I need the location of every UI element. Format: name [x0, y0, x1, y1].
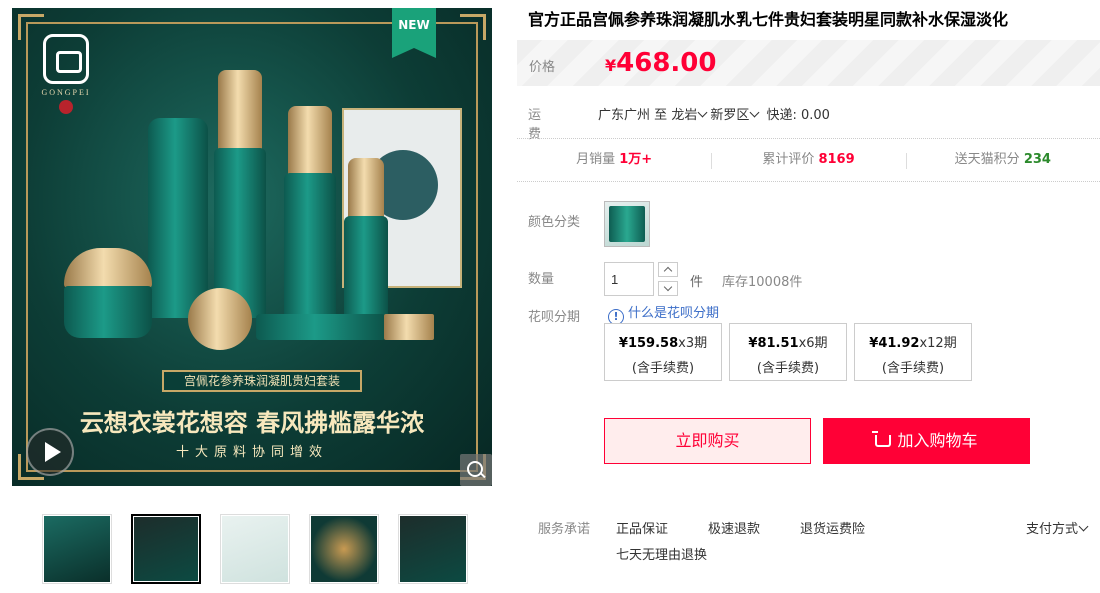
- thumbnail-3[interactable]: [220, 514, 290, 584]
- chevron-up-icon: [663, 266, 673, 276]
- review-count-value: 8169: [818, 152, 855, 167]
- thumbnail-list: [42, 514, 468, 584]
- chevron-down-icon: [663, 282, 673, 292]
- tmall-points: 送天猫积分 234: [905, 139, 1100, 181]
- lotion-bottle: [284, 173, 336, 323]
- price-value: ¥468.00: [605, 48, 716, 78]
- add-to-cart-button[interactable]: 加入购物车: [823, 418, 1030, 464]
- main-product-image[interactable]: GONGPEI NEW 宫佩花参养珠润凝肌贵妇套装 云想衣裳花想容 春风拂槛露华…: [12, 8, 492, 486]
- bottle-cap: [384, 314, 434, 340]
- thumbnail-4[interactable]: [309, 514, 379, 584]
- installment-options: ¥159.58x3期 (含手续费) ¥81.51x6期 (含手续费) ¥41.9…: [604, 323, 972, 381]
- installment-option-6[interactable]: ¥81.51x6期 (含手续费): [729, 323, 847, 381]
- ship-to-word: 至: [654, 108, 668, 123]
- thumbnail-2[interactable]: [131, 514, 201, 584]
- service-item-7day-return[interactable]: 七天无理由退换: [616, 544, 707, 563]
- review-count[interactable]: 累计评价 8169: [711, 139, 905, 181]
- ornament-corner: [460, 14, 486, 40]
- brand-glyph-icon: [43, 34, 89, 84]
- currency-symbol: ¥: [605, 56, 617, 75]
- product-banner: 宫佩花参养珠润凝肌贵妇套装: [162, 370, 362, 392]
- seal-icon: [59, 100, 73, 114]
- chevron-down-icon: [697, 107, 708, 118]
- bottle-cap: [348, 158, 384, 218]
- color-label: 颜色分类: [528, 215, 581, 230]
- buy-now-button[interactable]: 立即购买: [604, 418, 811, 464]
- brand-logo: GONGPEI: [38, 34, 94, 124]
- service-label: 服务承诺: [538, 522, 591, 537]
- service-item-genuine[interactable]: 正品保证: [616, 518, 668, 537]
- quantity-unit: 件: [690, 275, 704, 290]
- huabei-help-link[interactable]: ! 什么是花呗分期: [608, 302, 719, 325]
- zoom-icon[interactable]: [460, 454, 492, 486]
- slogan-text: 云想衣裳花想容 春风拂槛露华浓: [79, 408, 425, 437]
- ship-from: 广东广州: [598, 108, 651, 123]
- product-page: GONGPEI NEW 宫佩花参养珠润凝肌贵妇套装 云想衣裳花想容 春风拂槛露华…: [0, 0, 1100, 593]
- price-label: 价格: [529, 60, 556, 75]
- quantity-decrease-button[interactable]: [658, 281, 678, 296]
- monthly-sales: 月销量 1万+: [576, 152, 653, 167]
- thumbnail-5[interactable]: [398, 514, 468, 584]
- brand-word: GONGPEI: [41, 88, 91, 97]
- shipping-info: 广东广州 至 龙岩 新罗区 快递: 0.00: [598, 104, 830, 123]
- chevron-down-icon: [1078, 521, 1089, 532]
- pearl-bottle: [188, 288, 252, 350]
- service-item-return-insurance[interactable]: 退货运费险: [800, 518, 865, 537]
- monthly-sales-value: 1万+: [619, 152, 653, 167]
- cream-jar: [64, 286, 152, 338]
- sales-stats: 月销量 1万+ 累计评价 8169 送天猫积分 234: [517, 138, 1100, 182]
- bottle-cap: [218, 70, 262, 150]
- tmall-points-value: 234: [1023, 152, 1051, 167]
- serum-bottle: [344, 216, 388, 328]
- service-item-fast-refund[interactable]: 极速退款: [708, 518, 760, 537]
- quantity-increase-button[interactable]: [658, 262, 678, 277]
- color-option[interactable]: [604, 201, 650, 247]
- price-number: 468.00: [616, 48, 717, 78]
- product-title: 官方正品宫佩参养珠润凝肌水乳七件贵妇套装明星同款补水保湿淡化: [528, 10, 1009, 29]
- chevron-down-icon: [749, 107, 760, 118]
- quantity-label: 数量: [528, 272, 555, 287]
- bottle-cap: [288, 106, 332, 176]
- installment-option-12[interactable]: ¥41.92x12期 (含手续费): [854, 323, 972, 381]
- shipping-label: 运费: [528, 108, 542, 142]
- stock-count: 库存10008件: [722, 275, 803, 290]
- sub-slogan-text: 十大原料协同增效: [175, 445, 328, 460]
- shipping-fee: 快递: 0.00: [766, 108, 830, 123]
- play-video-icon[interactable]: [26, 428, 74, 476]
- huabei-label: 花呗分期: [528, 310, 581, 325]
- city-select[interactable]: 龙岩: [671, 107, 710, 123]
- eye-cream-tube: [256, 314, 386, 340]
- installment-option-3[interactable]: ¥159.58x3期 (含手续费): [604, 323, 722, 381]
- cart-icon: [872, 431, 892, 447]
- price-box: 价格 ¥468.00: [517, 40, 1100, 86]
- thumbnail-1[interactable]: [42, 514, 112, 584]
- cleanser-tube: [148, 118, 208, 318]
- district-select[interactable]: 新罗区: [710, 107, 762, 123]
- quantity-input[interactable]: [604, 262, 654, 296]
- payment-method-dropdown[interactable]: 支付方式: [1026, 518, 1091, 537]
